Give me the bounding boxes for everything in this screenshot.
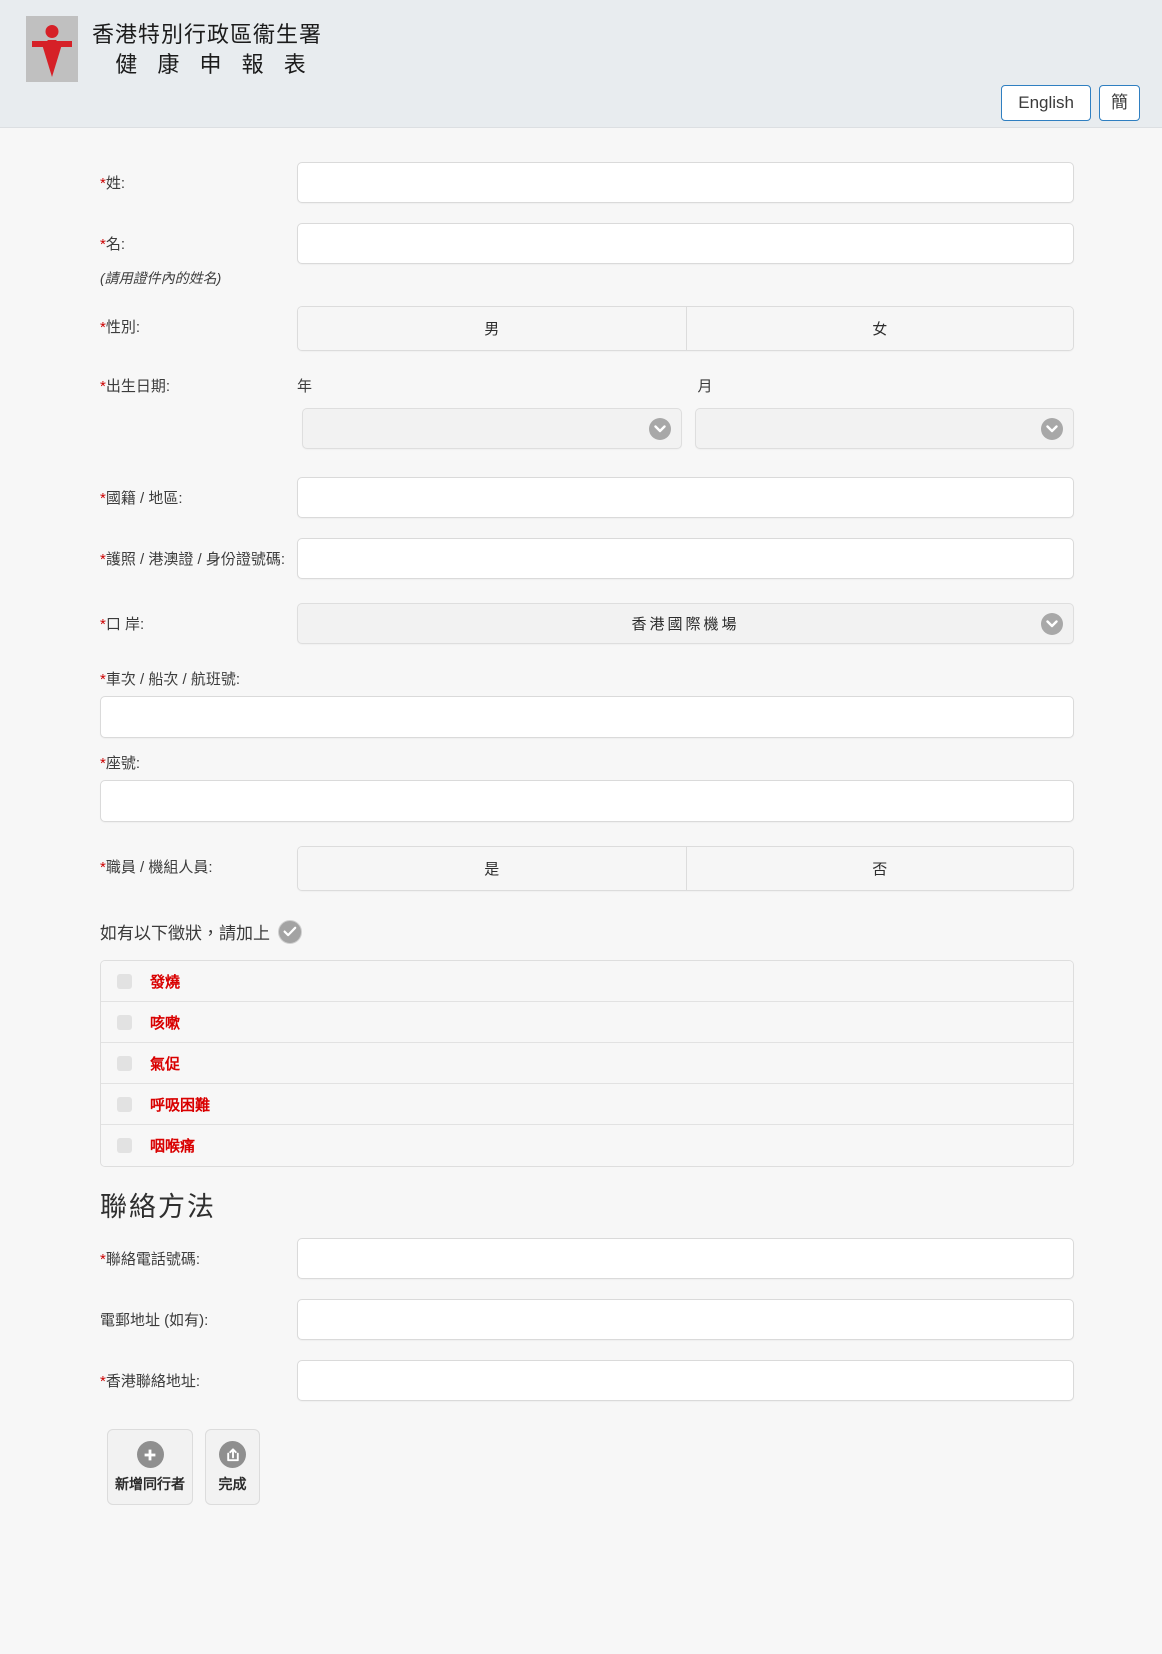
dob-label: *出生日期: — [100, 378, 171, 395]
symptom-item[interactable]: 咽喉痛 — [101, 1125, 1073, 1167]
symptom-label: 氣促 — [150, 1055, 181, 1073]
email-row: 電郵地址 (如有): — [0, 1299, 1162, 1341]
finish-button[interactable]: 完成 — [205, 1429, 260, 1506]
symptom-label: 咽喉痛 — [150, 1138, 196, 1156]
surname-row: *姓: — [0, 162, 1162, 203]
dob-month-select[interactable] — [694, 408, 1074, 450]
symptom-label: 咳嗽 — [150, 1014, 181, 1032]
hk-address-label: *香港聯絡地址: — [100, 1373, 201, 1391]
dob-selects — [0, 408, 1162, 450]
symptom-item[interactable]: 氣促 — [101, 1043, 1073, 1085]
brand: 香港特別行政區衞生署 健 康 申 報 表 — [26, 16, 322, 82]
dob-row: *出生日期: 年 月 — [0, 375, 1162, 398]
nationality-input[interactable] — [297, 477, 1074, 519]
document-number-row: *護照 / 港澳證 / 身份證號碼: — [0, 538, 1162, 580]
phone-input[interactable] — [297, 1238, 1074, 1280]
port-of-entry-value: 香港國際機場 — [631, 616, 740, 634]
seat-number-input[interactable] — [100, 780, 1074, 823]
surname-label: *姓: — [100, 175, 126, 192]
language-english-button[interactable]: English — [1001, 84, 1091, 121]
chevron-down-icon — [1041, 417, 1063, 440]
email-input[interactable] — [297, 1299, 1074, 1341]
surname-input[interactable] — [297, 162, 1074, 203]
name-hint-note: (請用證件內的姓名) — [100, 270, 222, 286]
form-actions: 新增同行者 完成 — [0, 1401, 1162, 1506]
nationality-label: *國籍 / 地區: — [100, 490, 183, 508]
flight-number-row: *車次 / 船次 / 航班號: — [0, 668, 1162, 739]
crew-member-segmented-control: 是 否 — [297, 846, 1074, 892]
sex-label: *性別: — [100, 319, 141, 336]
given-name-row: *名: — [0, 223, 1162, 264]
symptom-label: 呼吸困難 — [150, 1096, 211, 1114]
nationality-row: *國籍 / 地區: — [0, 477, 1162, 519]
language-switcher: English 簡 — [1001, 84, 1140, 121]
port-of-entry-label: *口 岸: — [100, 616, 145, 634]
symptom-checkbox[interactable] — [117, 973, 132, 989]
health-declaration-form-page: 香港特別行政區衞生署 健 康 申 報 表 English 簡 *姓: *名: (… — [0, 0, 1162, 1654]
document-number-label: *護照 / 港澳證 / 身份證號碼: — [100, 551, 286, 569]
sex-option-female[interactable]: 女 — [685, 307, 1073, 350]
symptom-checkbox[interactable] — [117, 1055, 132, 1071]
page-header: 香港特別行政區衞生署 健 康 申 報 表 English 簡 — [0, 0, 1162, 128]
symptom-item[interactable]: 呼吸困難 — [101, 1084, 1073, 1126]
symptom-checkbox[interactable] — [117, 1138, 132, 1154]
share-export-icon — [219, 1441, 246, 1469]
check-circle-icon — [278, 919, 302, 944]
symptoms-prompt-row: 如有以下徵狀，請加上 — [0, 919, 1162, 944]
phone-row: *聯絡電話號碼: — [0, 1238, 1162, 1280]
symptoms-prompt-text: 如有以下徵狀，請加上 — [100, 924, 270, 944]
language-simplified-button[interactable]: 簡 — [1099, 84, 1140, 121]
symptom-item[interactable]: 咳嗽 — [101, 1002, 1073, 1044]
add-companion-label: 新增同行者 — [115, 1476, 185, 1493]
given-name-input[interactable] — [297, 223, 1074, 264]
hk-address-input[interactable] — [297, 1360, 1074, 1402]
seat-number-label: *座號: — [100, 755, 141, 773]
form-title: 健 康 申 報 表 — [115, 51, 313, 77]
sex-option-male[interactable]: 男 — [298, 307, 686, 350]
email-label: 電郵地址 (如有): — [100, 1312, 209, 1330]
symptoms-list: 發燒 咳嗽 氣促 呼吸困難 咽喉痛 — [100, 960, 1074, 1168]
seat-number-row: *座號: — [0, 752, 1162, 823]
flight-number-input[interactable] — [100, 696, 1074, 739]
add-companion-button[interactable]: 新增同行者 — [107, 1429, 193, 1506]
declaration-form: *姓: *名: (請用證件內的姓名) *性別: 男 女 *出生日期: 年 月 *… — [0, 128, 1162, 1545]
port-of-entry-row: *口 岸: 香港國際機場 — [0, 603, 1162, 645]
crew-member-row: *職員 / 機組人員: 是 否 — [0, 846, 1162, 892]
given-name-label: *名: — [100, 236, 126, 253]
crew-option-yes[interactable]: 是 — [298, 847, 686, 891]
agency-name: 香港特別行政區衞生署 — [92, 22, 323, 47]
document-number-input[interactable] — [297, 538, 1074, 580]
contact-section-title: 聯絡方法 — [100, 1192, 216, 1223]
crew-option-no[interactable]: 否 — [685, 847, 1073, 891]
symptom-checkbox[interactable] — [117, 1014, 132, 1030]
dob-year-select[interactable] — [302, 408, 682, 450]
sex-segmented-control: 男 女 — [297, 306, 1074, 351]
finish-label: 完成 — [218, 1476, 247, 1493]
chevron-down-icon — [648, 417, 671, 440]
dob-month-header: 月 — [697, 378, 713, 395]
brand-text: 香港特別行政區衞生署 健 康 申 報 表 — [92, 16, 322, 79]
sex-row: *性別: 男 女 — [0, 306, 1162, 351]
phone-label: *聯絡電話號碼: — [100, 1251, 201, 1269]
symptom-checkbox[interactable] — [117, 1096, 132, 1112]
symptom-item[interactable]: 發燒 — [101, 961, 1073, 1003]
hk-address-row: *香港聯絡地址: — [0, 1360, 1162, 1402]
chevron-down-icon — [1041, 612, 1063, 635]
symptom-label: 發燒 — [150, 973, 181, 991]
port-of-entry-select[interactable]: 香港國際機場 — [297, 603, 1074, 645]
plus-circle-icon — [136, 1441, 164, 1469]
flight-number-label: *車次 / 船次 / 航班號: — [100, 671, 241, 689]
dob-year-header: 年 — [297, 378, 313, 395]
health-department-logo-icon — [26, 16, 78, 82]
crew-member-label: *職員 / 機組人員: — [100, 859, 213, 877]
